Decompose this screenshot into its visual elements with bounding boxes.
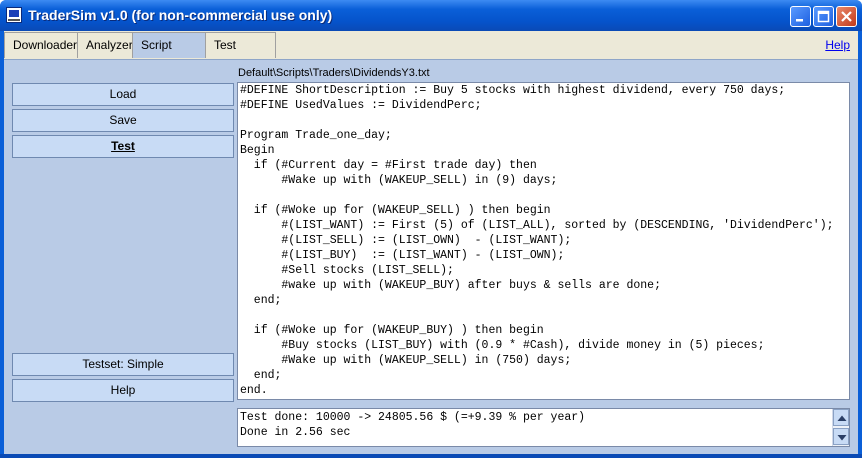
maximize-icon bbox=[817, 10, 830, 23]
client-area: Downloader Analyzer Script Editor Test M… bbox=[4, 31, 858, 454]
tab-downloader[interactable]: Downloader bbox=[4, 32, 78, 58]
save-button[interactable]: Save bbox=[12, 109, 234, 132]
code-line: #(LIST_BUY) := (LIST_WANT) - (LIST_OWN); bbox=[240, 249, 565, 262]
code-line: #Wake up with (WAKEUP_SELL) in (750) day… bbox=[240, 354, 572, 367]
code-line: if (#Woke up for (WAKEUP_BUY) ) then beg… bbox=[240, 324, 544, 337]
script-editor-textarea[interactable]: #DEFINE ShortDescription := Buy 5 stocks… bbox=[237, 82, 850, 400]
script-editor-panel: Load Save Test Testset: Simple Help Defa… bbox=[4, 59, 858, 454]
close-icon bbox=[841, 11, 852, 22]
app-computer-icon bbox=[6, 7, 22, 23]
help-link[interactable]: Help bbox=[825, 38, 850, 52]
minimize-icon bbox=[796, 19, 803, 22]
code-line: #Buy stocks (LIST_BUY) with (0.9 * #Cash… bbox=[240, 339, 765, 352]
output-line: Done in 2.56 sec bbox=[240, 426, 351, 439]
scroll-up-button[interactable] bbox=[833, 409, 849, 426]
tab-bar: Downloader Analyzer Script Editor Test M… bbox=[4, 31, 858, 77]
code-line: #DEFINE UsedValues := DividendPerc; bbox=[240, 99, 482, 112]
tab-test-maker[interactable]: Test Maker bbox=[205, 32, 276, 77]
code-line: if (#Woke up for (WAKEUP_SELL) ) then be… bbox=[240, 204, 551, 217]
script-path: Default\Scripts\Traders\DividendsY3.txt bbox=[238, 67, 430, 79]
code-line: #Sell stocks (LIST_SELL); bbox=[240, 264, 454, 277]
test-output-log[interactable]: Test done: 10000 -> 24805.56 $ (=+9.39 %… bbox=[237, 408, 850, 447]
maximize-button[interactable] bbox=[813, 6, 834, 27]
title-bar[interactable]: TraderSim v1.0 (for non-commercial use o… bbox=[0, 0, 862, 31]
sidebar-help-button[interactable]: Help bbox=[12, 379, 234, 402]
code-line: Begin bbox=[240, 144, 275, 157]
tab-analyzer[interactable]: Analyzer bbox=[77, 32, 133, 58]
code-line: #(LIST_SELL) := (LIST_OWN) - (LIST_WANT)… bbox=[240, 234, 572, 247]
close-button[interactable] bbox=[836, 6, 857, 27]
window-bottom-border bbox=[0, 454, 862, 458]
code-line: #(LIST_WANT) := First (5) of (LIST_ALL),… bbox=[240, 219, 834, 232]
code-line: Program Trade_one_day; bbox=[240, 129, 392, 142]
code-line: #wake up with (WAKEUP_BUY) after buys & … bbox=[240, 279, 661, 292]
code-line: end; bbox=[240, 369, 282, 382]
minimize-button[interactable] bbox=[790, 6, 811, 27]
load-button[interactable]: Load bbox=[12, 83, 234, 106]
window-title: TraderSim v1.0 (for non-commercial use o… bbox=[28, 7, 333, 23]
code-line: #Wake up with (WAKEUP_SELL) in (9) days; bbox=[240, 174, 558, 187]
code-line: end; bbox=[240, 294, 282, 307]
code-line: #DEFINE ShortDescription := Buy 5 stocks… bbox=[240, 84, 786, 97]
arrow-up-icon bbox=[837, 415, 847, 421]
arrow-down-icon bbox=[837, 435, 847, 441]
test-button[interactable]: Test bbox=[12, 135, 234, 158]
tab-script-editor[interactable]: Script Editor bbox=[132, 32, 206, 77]
app-window: TraderSim v1.0 (for non-commercial use o… bbox=[0, 0, 862, 458]
output-line: Test done: 10000 -> 24805.56 $ (=+9.39 %… bbox=[240, 411, 586, 424]
output-scrollbar[interactable] bbox=[832, 409, 849, 446]
testset-button[interactable]: Testset: Simple bbox=[12, 353, 234, 376]
code-line: if (#Current day = #First trade day) the… bbox=[240, 159, 537, 172]
scroll-down-button[interactable] bbox=[833, 428, 849, 445]
code-line: end. bbox=[240, 384, 268, 397]
